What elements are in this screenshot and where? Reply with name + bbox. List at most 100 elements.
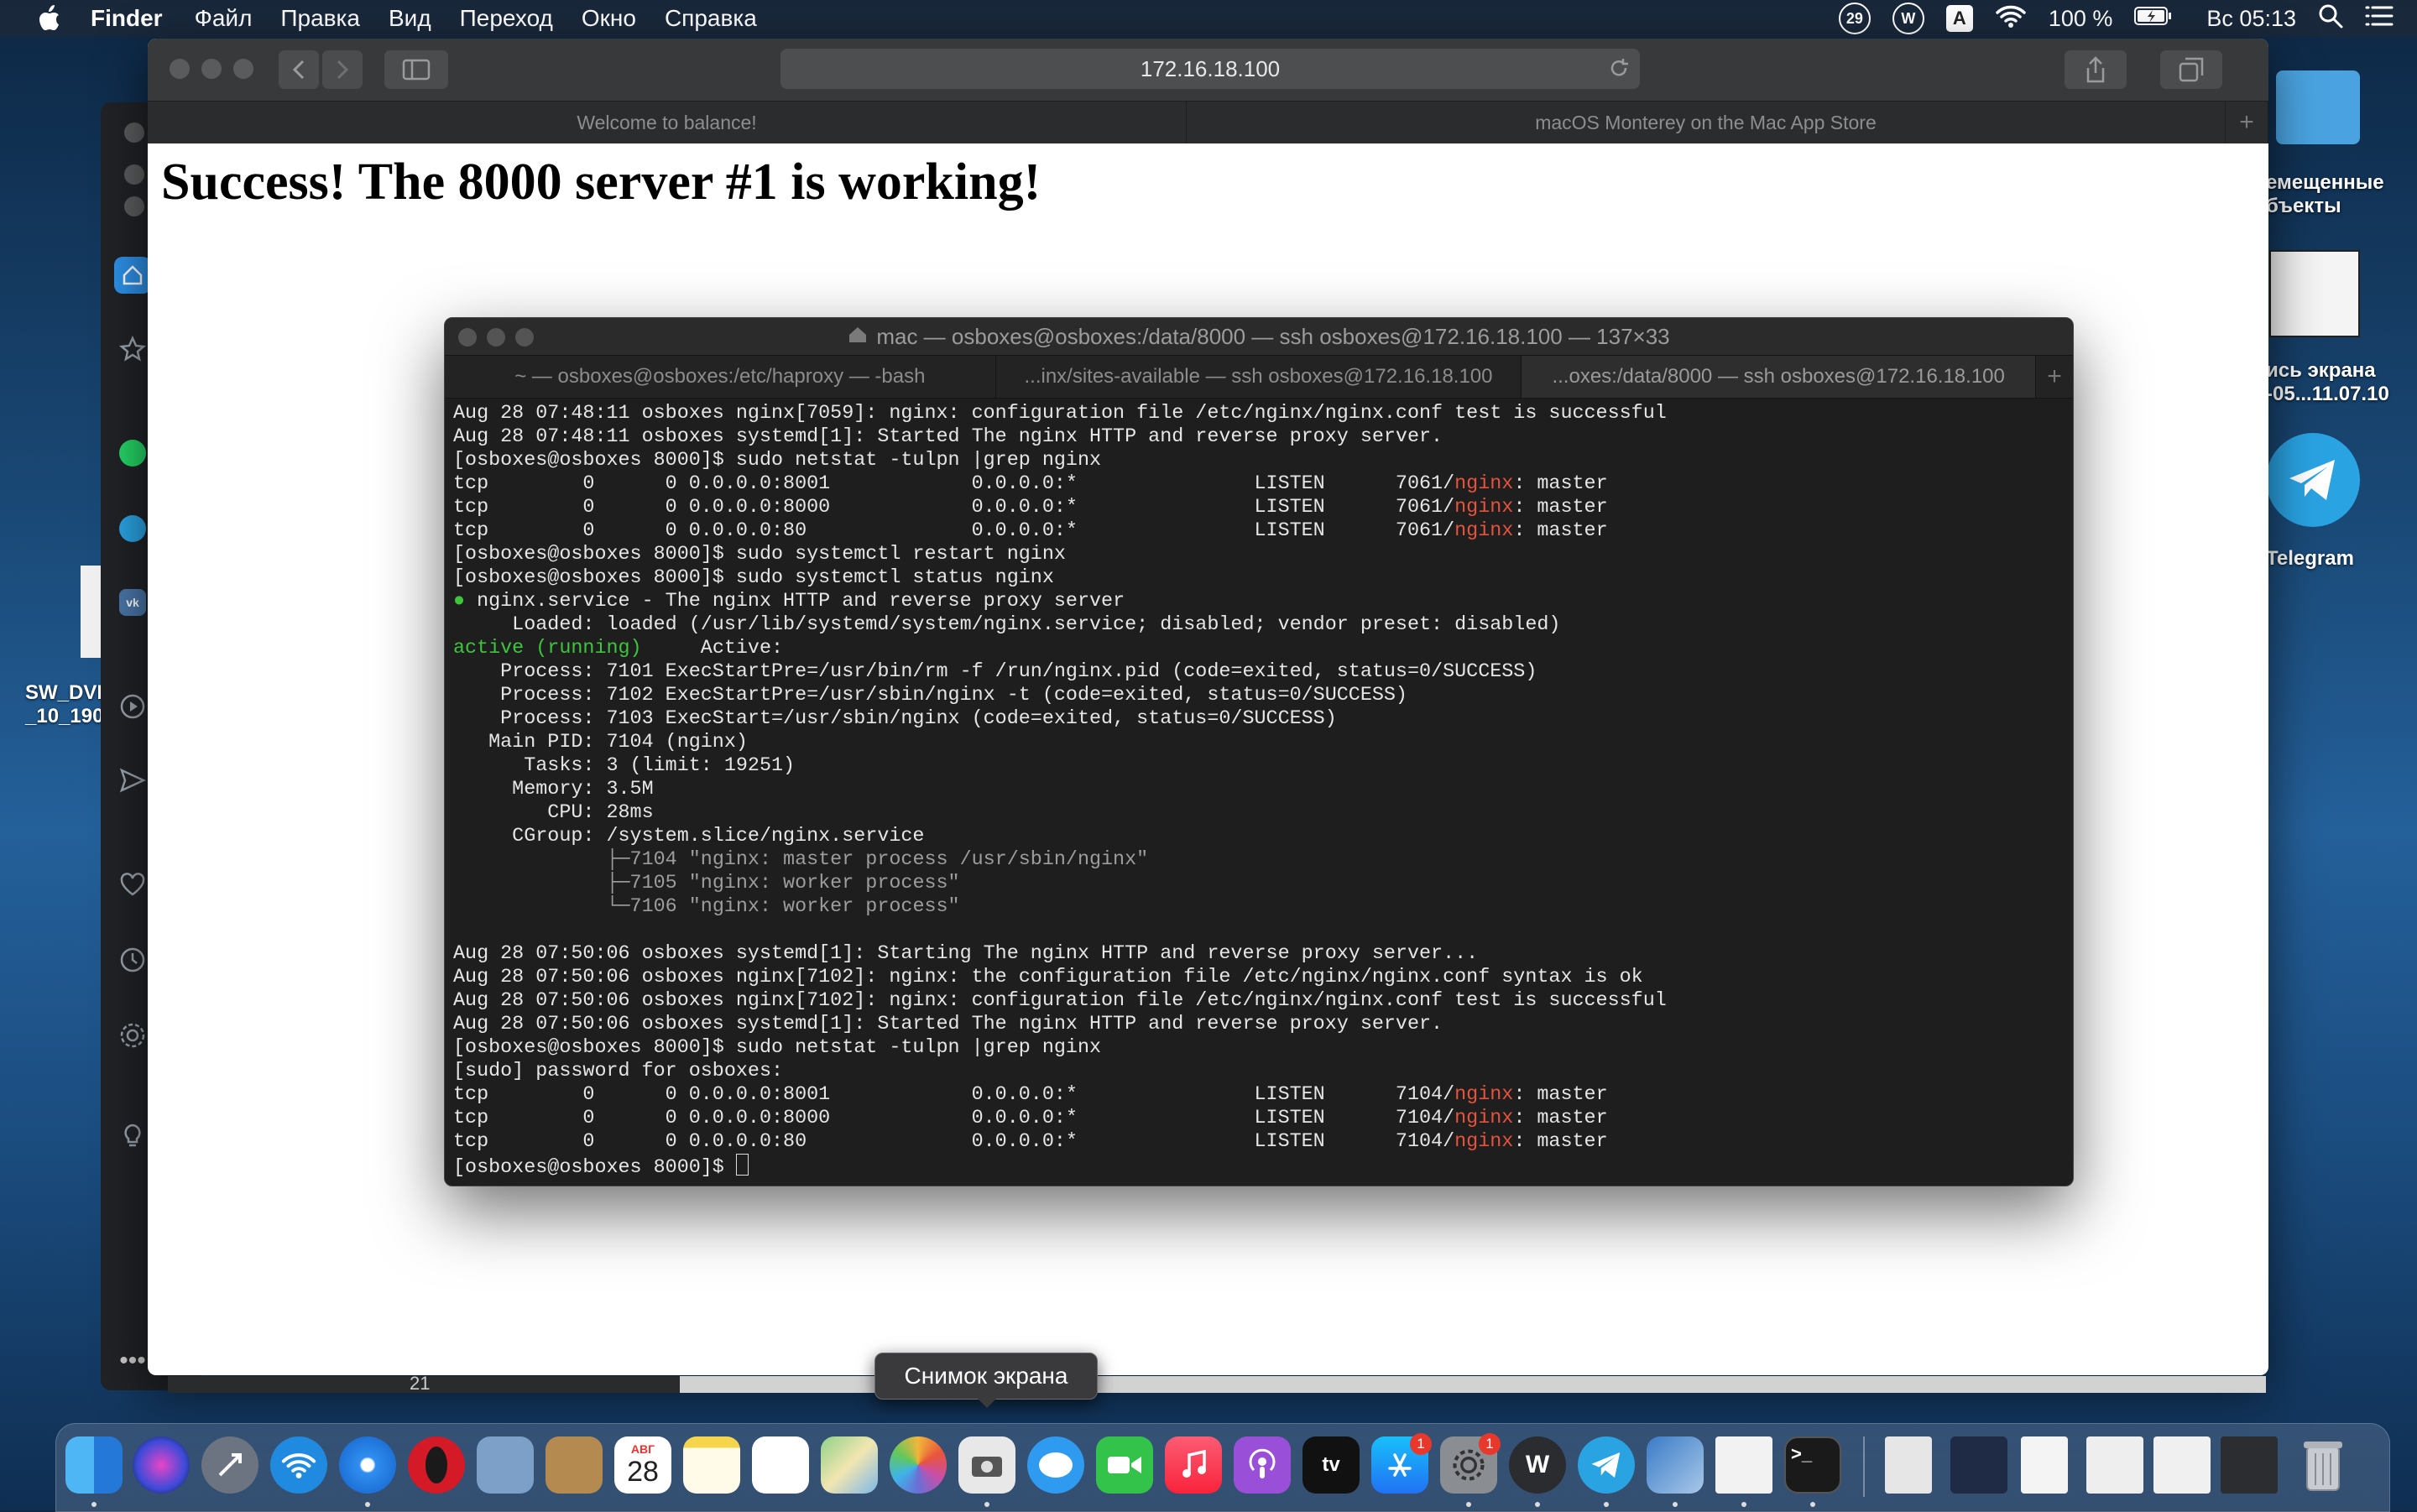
podcasts-icon[interactable]	[1234, 1436, 1291, 1494]
safari-close-button[interactable]	[170, 59, 190, 79]
home-icon[interactable]	[114, 257, 151, 294]
launchpad-icon[interactable]	[201, 1436, 258, 1494]
back-button[interactable]	[279, 50, 319, 89]
safari-tab-2[interactable]: macOS Monterey on the Mac App Store	[1187, 102, 2226, 143]
play-icon[interactable]	[117, 691, 148, 722]
safari-zoom-button[interactable]	[233, 59, 253, 79]
downloads-stack-icon[interactable]	[1950, 1436, 2007, 1494]
star-icon[interactable]	[117, 334, 148, 364]
menu-go[interactable]: Переход	[460, 5, 553, 32]
terminal-tab-3[interactable]: ...oxes:/data/8000 — ssh osboxes@172.16.…	[1522, 356, 2037, 398]
calendar-icon[interactable]: АВГ 28	[614, 1436, 671, 1494]
share-button-icon[interactable]	[2065, 50, 2127, 89]
notification-count-icon[interactable]: 29	[1838, 3, 1871, 34]
sidebar-toggle-icon[interactable]	[384, 50, 448, 89]
clock[interactable]: Вс 05:13	[2206, 6, 2296, 32]
new-tab-button[interactable]: +	[2226, 102, 2268, 143]
photos-icon[interactable]	[890, 1436, 947, 1494]
desktop-file-icon-left[interactable]	[81, 566, 102, 658]
menu-app-name[interactable]: Finder	[91, 5, 163, 32]
terminal-text-segment: tcp 0 0 0.0.0.0:80 0.0.0.0:* LISTEN 7104…	[453, 1131, 1455, 1153]
search-icon[interactable]	[2318, 3, 2343, 34]
more-dots-icon[interactable]: •••	[117, 1346, 148, 1376]
recent-doc-thumbnail-4[interactable]	[2221, 1436, 2278, 1494]
back-window-zoom[interactable]	[124, 196, 144, 216]
safari-tab-1[interactable]: Welcome to balance!	[148, 102, 1187, 143]
recent-doc-thumbnail-1[interactable]	[2021, 1436, 2068, 1494]
w-tray-icon[interactable]: W	[1892, 3, 1924, 34]
send-icon[interactable]	[117, 765, 148, 795]
recent-doc-thumbnail-2[interactable]	[2086, 1436, 2143, 1494]
facetime-icon[interactable]	[1096, 1436, 1153, 1494]
reminders-icon[interactable]	[752, 1436, 809, 1494]
contacts-icon[interactable]	[546, 1436, 603, 1494]
terminal-line: Aug 28 07:48:11 osboxes systemd[1]: Star…	[453, 425, 2065, 449]
messages-icon[interactable]	[1027, 1436, 1084, 1494]
finder-icon[interactable]	[65, 1436, 123, 1494]
menu-window[interactable]: Окно	[582, 5, 636, 32]
opera-icon[interactable]	[408, 1436, 465, 1494]
w-app-icon[interactable]: W	[1509, 1436, 1566, 1494]
menu-edit[interactable]: Правка	[280, 5, 360, 32]
heart-icon[interactable]	[117, 869, 148, 899]
terminal-line: Aug 28 07:48:11 osboxes nginx[7059]: ngi…	[453, 402, 2065, 425]
apple-tv-icon[interactable]: tv	[1302, 1436, 1360, 1494]
menu-bar: Finder Файл Правка Вид Переход Окно Спра…	[0, 0, 2417, 37]
terminal-tab-1[interactable]: ~ — osboxes@osboxes:/etc/haproxy — -bash	[445, 356, 996, 398]
siri-icon[interactable]	[133, 1436, 190, 1494]
trash-icon[interactable]	[2294, 1436, 2352, 1494]
control-center-icon[interactable]	[2365, 4, 2394, 34]
terminal-output[interactable]: Aug 28 07:48:11 osboxes nginx[7059]: ngi…	[453, 402, 2065, 1177]
screenshot-icon[interactable]	[958, 1436, 1015, 1494]
terminal-line: Aug 28 07:50:06 osboxes systemd[1]: Star…	[453, 942, 2065, 966]
battery-percent[interactable]: 100 %	[2049, 6, 2113, 32]
telegram-desktop-label[interactable]: Telegram	[2266, 547, 2354, 571]
input-source-icon[interactable]: A	[1945, 5, 1973, 32]
terminal-close-button[interactable]	[458, 328, 477, 347]
telegram-desktop-icon[interactable]	[2266, 433, 2360, 527]
recent-doc-thumbnail-3[interactable]	[2153, 1436, 2211, 1494]
terminal-minimize-button[interactable]	[487, 328, 505, 347]
terminal-tab-2[interactable]: ...inx/sites-available — ssh osboxes@172…	[996, 356, 1522, 398]
desktop-screenshot-label[interactable]: ись экрана -05...11.07.10	[2266, 359, 2389, 406]
lightbulb-icon[interactable]	[117, 1121, 148, 1151]
notes-icon[interactable]	[683, 1436, 740, 1494]
menu-file[interactable]: Файл	[195, 5, 253, 32]
desktop-folder-label[interactable]: емещенные бъекты	[2266, 171, 2384, 218]
telegram-dock-icon[interactable]	[1578, 1436, 1635, 1494]
clock-icon[interactable]	[117, 945, 148, 975]
safari-minimize-button[interactable]	[201, 59, 222, 79]
maps-icon[interactable]	[821, 1436, 878, 1494]
vk-icon[interactable]: vk	[117, 587, 148, 618]
calendar-day: 28	[627, 1456, 659, 1488]
desktop-folder-icon[interactable]	[2276, 70, 2360, 144]
reload-icon[interactable]	[1608, 57, 1630, 85]
wifi-icon[interactable]	[1995, 3, 2027, 34]
terminal-new-tab-button[interactable]: +	[2036, 356, 2073, 398]
forward-button[interactable]	[322, 50, 363, 89]
address-bar[interactable]: 172.16.18.100	[780, 49, 1640, 89]
scroll-strip[interactable]	[168, 1376, 2266, 1393]
terminal-zoom-button[interactable]	[515, 328, 534, 347]
menu-help[interactable]: Справка	[665, 5, 757, 32]
back-window-minimize[interactable]	[124, 164, 144, 185]
safari-icon[interactable]	[339, 1436, 396, 1494]
virtualbox-icon[interactable]	[1647, 1436, 1704, 1494]
music-icon[interactable]	[1165, 1436, 1222, 1494]
whatsapp-icon[interactable]	[117, 438, 148, 468]
desktop-file-label-left[interactable]: SW_DVI _10_190	[25, 681, 103, 728]
preview-photo-icon[interactable]	[477, 1436, 534, 1494]
battery-icon[interactable]	[2134, 6, 2173, 32]
apple-menu-icon[interactable]	[32, 2, 65, 35]
terminal-text-segment: : master	[1513, 1108, 1608, 1129]
document-file-icon[interactable]	[1885, 1436, 1932, 1494]
tabs-overview-icon[interactable]	[2160, 50, 2222, 89]
vm-window-thumbnail-icon[interactable]	[1715, 1436, 1772, 1494]
terminal-dock-icon[interactable]: >_	[1784, 1436, 1841, 1494]
settings-gear-icon[interactable]	[117, 1020, 148, 1051]
menu-view[interactable]: Вид	[389, 5, 431, 32]
wifi-utility-icon[interactable]	[270, 1436, 327, 1494]
desktop-screenshot-thumbnail[interactable]	[2269, 250, 2360, 337]
back-window-close[interactable]	[124, 123, 144, 143]
telegram-sidebar-icon[interactable]	[117, 514, 148, 544]
